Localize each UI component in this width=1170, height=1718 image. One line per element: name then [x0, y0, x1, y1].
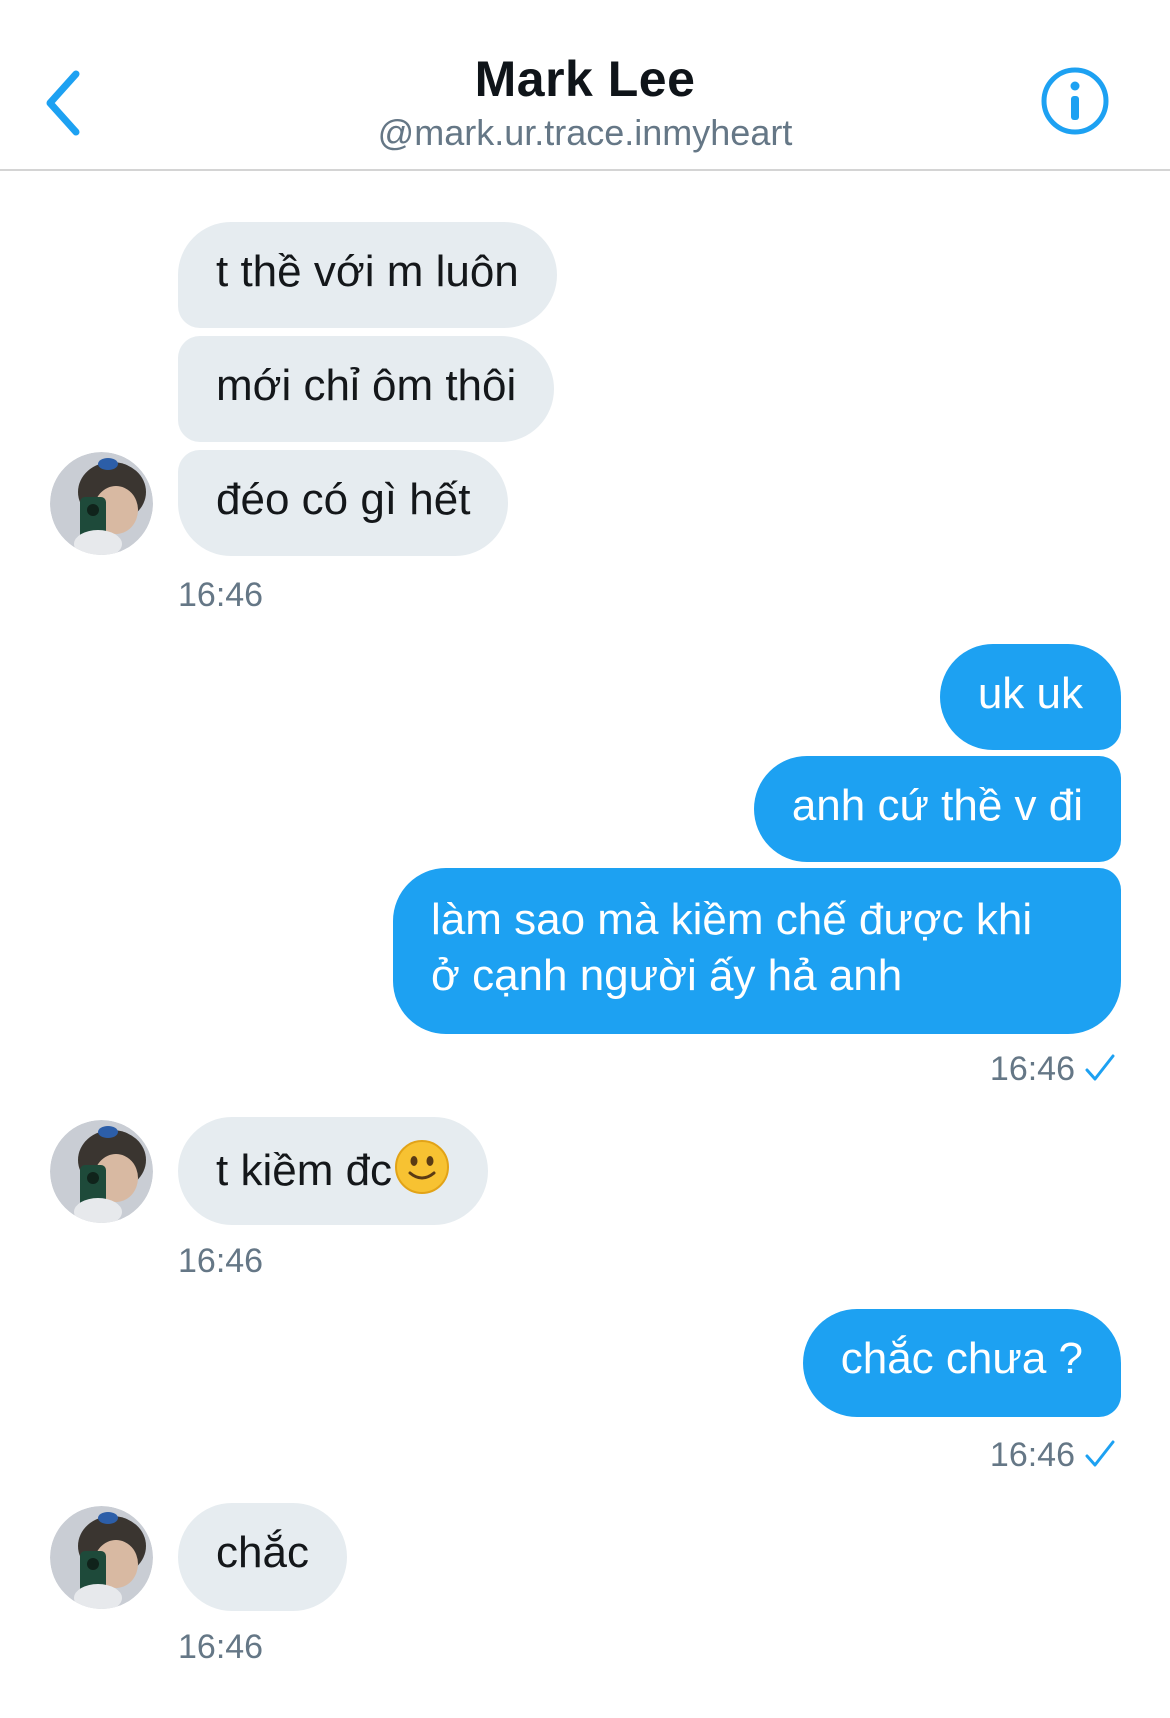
check-icon [1085, 1440, 1115, 1467]
message-timestamp: 16:46 [178, 576, 264, 614]
contact-avatar[interactable] [50, 1120, 153, 1223]
message-line: ở cạnh người ấy hả anh [431, 951, 903, 1000]
contact-name[interactable]: Mark Lee [0, 50, 1170, 108]
message-line: làm sao mà kiềm chế được khi [431, 895, 1033, 944]
outgoing-message-bubble[interactable]: uk uk [939, 644, 1121, 750]
outgoing-message-bubble[interactable]: anh cứ thề v đi [753, 756, 1121, 862]
message-timestamp: 16:46 [989, 1050, 1075, 1088]
contact-avatar[interactable] [50, 1506, 153, 1609]
conversation-header: Mark Lee @mark.ur.trace.inmyheart [0, 0, 1170, 171]
message-text: t kiềm đc [216, 1146, 393, 1195]
message-timestamp: 16:46 [989, 1436, 1075, 1474]
contact-handle[interactable]: @mark.ur.trace.inmyheart [0, 112, 1170, 154]
incoming-message-bubble[interactable]: đéo có gì hết [178, 450, 509, 556]
slightly-smiling-face-icon [395, 1140, 450, 1194]
contact-avatar[interactable] [50, 452, 153, 555]
message-timestamp: 16:46 [178, 1628, 264, 1666]
incoming-message-bubble[interactable]: t thề với m luôn [178, 222, 557, 328]
incoming-message-bubble[interactable]: t kiềm đc [178, 1117, 489, 1225]
check-icon [1085, 1054, 1115, 1081]
incoming-message-bubble[interactable]: mới chỉ ôm thôi [178, 336, 555, 442]
info-circle-icon[interactable] [1040, 66, 1110, 136]
outgoing-message-bubble[interactable]: làm sao mà kiềm chế được khi ở cạnh ngườ… [393, 868, 1121, 1034]
message-timestamp: 16:46 [178, 1242, 264, 1280]
outgoing-message-bubble[interactable]: chắc chưa ? [802, 1309, 1121, 1417]
incoming-message-bubble[interactable]: chắc [178, 1503, 347, 1611]
